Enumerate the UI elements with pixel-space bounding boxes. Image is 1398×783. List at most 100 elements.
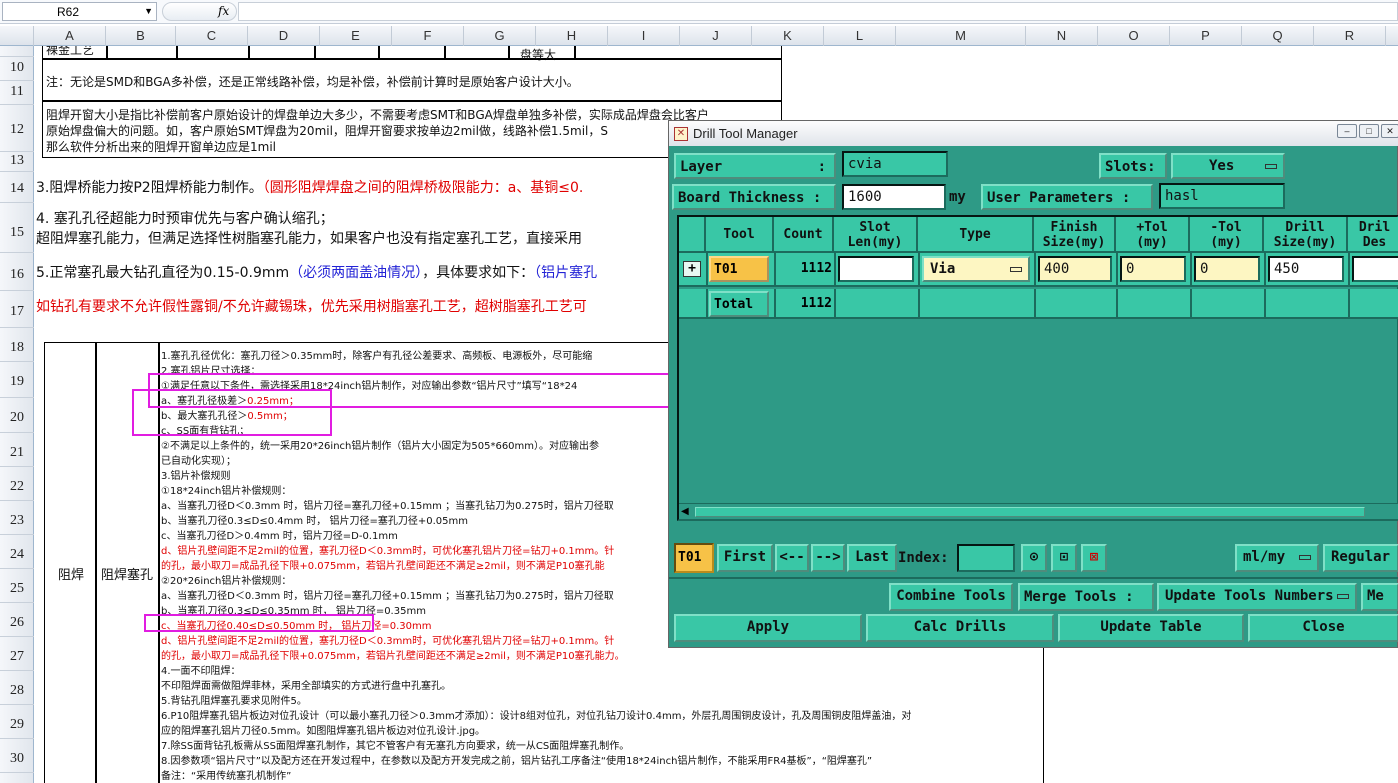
col-header[interactable]: Q [1242, 26, 1314, 46]
board-thickness-field[interactable]: 1600 [842, 184, 946, 210]
delete-tool-icon[interactable]: ⊠ [1081, 544, 1107, 572]
next-button[interactable]: --> [811, 544, 845, 572]
col-header[interactable]: G [464, 26, 536, 46]
tool-button[interactable]: T01 [709, 256, 769, 282]
row-header[interactable]: 16 [0, 253, 34, 291]
scroll-left-icon[interactable]: ◀ [681, 506, 689, 517]
row-header[interactable]: 11 [0, 81, 34, 105]
header-plus-tol[interactable]: +Tol (my) [1116, 217, 1190, 253]
row-header[interactable]: 18 [0, 328, 34, 362]
function-wizard[interactable]: fx [162, 2, 237, 21]
header-count[interactable]: Count [774, 217, 834, 253]
name-box[interactable]: R62 ▼ [2, 2, 157, 21]
horizontal-scrollbar[interactable]: ◀ [679, 503, 1398, 519]
scrollbar-thumb[interactable] [695, 507, 1365, 517]
cell-text: 阻焊 [58, 568, 85, 583]
row-header[interactable]: 30 [0, 739, 34, 773]
row-header[interactable]: 14 [0, 172, 34, 203]
header-minus-tol[interactable]: -Tol (my) [1190, 217, 1264, 253]
col-header[interactable]: H [536, 26, 608, 46]
drill-size-field[interactable]: 450 [1268, 256, 1344, 282]
header-tool[interactable]: Tool [706, 217, 774, 253]
chevron-down-icon[interactable]: ▼ [144, 6, 153, 16]
expand-icon[interactable]: + [683, 261, 701, 277]
select-all-corner[interactable] [0, 26, 34, 46]
apply-button[interactable]: Apply [674, 614, 862, 642]
row-header[interactable]: 26 [0, 603, 34, 637]
row-header[interactable]: 21 [0, 433, 34, 467]
row-header[interactable]: 25 [0, 569, 34, 603]
header-drill-desc[interactable]: Dril Des [1348, 217, 1398, 253]
combine-tools-button[interactable]: Combine Tools [889, 583, 1013, 611]
index-field[interactable] [957, 544, 1015, 572]
rule-line: 的孔，最小取刀=成品孔径下限+0.075mm，若铝片孔壁间距还不满足≥2mil，… [161, 561, 605, 572]
fx-icon[interactable]: fx [218, 4, 229, 18]
minus-tol-field[interactable]: 0 [1194, 256, 1260, 282]
type-select[interactable]: Via [922, 256, 1030, 282]
close-button[interactable]: Close [1248, 614, 1398, 642]
units-select[interactable]: ml/my [1235, 544, 1319, 572]
col-sep [706, 253, 708, 287]
row-header[interactable]: 19 [0, 362, 34, 398]
drill-desc-field[interactable] [1352, 256, 1398, 282]
maximize-icon[interactable]: □ [1359, 124, 1379, 138]
first-button[interactable]: First [717, 544, 773, 572]
col-header[interactable]: O [1098, 26, 1170, 46]
col-header[interactable]: F [392, 26, 464, 46]
rule-line: 8.因参数项“铝片尺寸”以及配方还在开发过程中，在参数以及配方开发完成之前，铝片… [161, 756, 873, 767]
user-parameters-field[interactable]: hasl [1159, 183, 1285, 209]
update-table-button[interactable]: Update Table [1058, 614, 1244, 642]
layer-field[interactable]: cvia [842, 151, 948, 177]
col-header[interactable]: R [1314, 26, 1386, 46]
row-header[interactable]: 15 [0, 203, 34, 253]
slot-len-field[interactable] [838, 256, 914, 282]
calc-drills-button[interactable]: Calc Drills [866, 614, 1054, 642]
plus-tol-field[interactable]: 0 [1120, 256, 1186, 282]
slots-select[interactable]: Yes [1171, 153, 1285, 179]
row-header[interactable]: 12 [0, 105, 34, 152]
select-tool-icon[interactable]: ⊡ [1051, 544, 1077, 572]
row-header[interactable]: 29 [0, 705, 34, 739]
row-header[interactable]: 20 [0, 398, 34, 433]
row-header[interactable]: 22 [0, 467, 34, 501]
row-header[interactable]: 28 [0, 671, 34, 705]
col-header[interactable]: J [680, 26, 752, 46]
row-header[interactable]: 10 [0, 57, 34, 81]
col-header[interactable]: N [1026, 26, 1098, 46]
update-tools-numbers-select[interactable]: Update Tools Numbers [1157, 583, 1357, 611]
row-header[interactable]: 13 [0, 152, 34, 172]
col-header[interactable]: K [752, 26, 824, 46]
table-row[interactable]: + T01 1112 Via 400 0 0 450 [679, 253, 1398, 287]
row-header[interactable]: 17 [0, 291, 34, 328]
col-header[interactable]: I [608, 26, 680, 46]
index-label: Index: [898, 550, 949, 566]
prev-button[interactable]: <-- [775, 544, 809, 572]
finish-size-field[interactable]: 400 [1038, 256, 1112, 282]
minimize-icon[interactable]: ‒ [1337, 124, 1357, 138]
row-header[interactable]: 27 [0, 637, 34, 671]
formula-input[interactable] [238, 2, 1398, 21]
row-header[interactable]: 24 [0, 535, 34, 569]
cell-text: 4. 塞孔孔径超能力时预审优先与客户确认缩孔； [36, 211, 334, 227]
header-type[interactable]: Type [918, 217, 1034, 253]
close-icon[interactable]: ✕ [1381, 124, 1398, 138]
row-header[interactable]: 23 [0, 501, 34, 535]
col-header[interactable]: L [824, 26, 896, 46]
col-header[interactable]: D [248, 26, 320, 46]
search-tool-icon[interactable]: ⊙ [1021, 544, 1047, 572]
header-finish-size[interactable]: Finish Size(my) [1034, 217, 1116, 253]
col-header[interactable]: E [320, 26, 392, 46]
col-header[interactable]: B [106, 26, 176, 46]
header-drill-size[interactable]: Drill Size(my) [1264, 217, 1348, 253]
col-header[interactable]: M [896, 26, 1026, 46]
col-header[interactable]: A [34, 26, 106, 46]
row-header-partial[interactable] [0, 46, 34, 57]
more-button[interactable]: Me [1361, 583, 1398, 611]
header-slot-len[interactable]: Slot Len(my) [834, 217, 918, 253]
col-header[interactable]: P [1170, 26, 1242, 46]
col-header[interactable]: C [176, 26, 248, 46]
dialog-titlebar[interactable]: ✕ Drill Tool Manager ‒ □ ✕ [669, 121, 1398, 146]
last-button[interactable]: Last [847, 544, 897, 572]
mode-button[interactable]: Regular [1323, 544, 1398, 572]
dialog-title: Drill Tool Manager [693, 126, 798, 141]
